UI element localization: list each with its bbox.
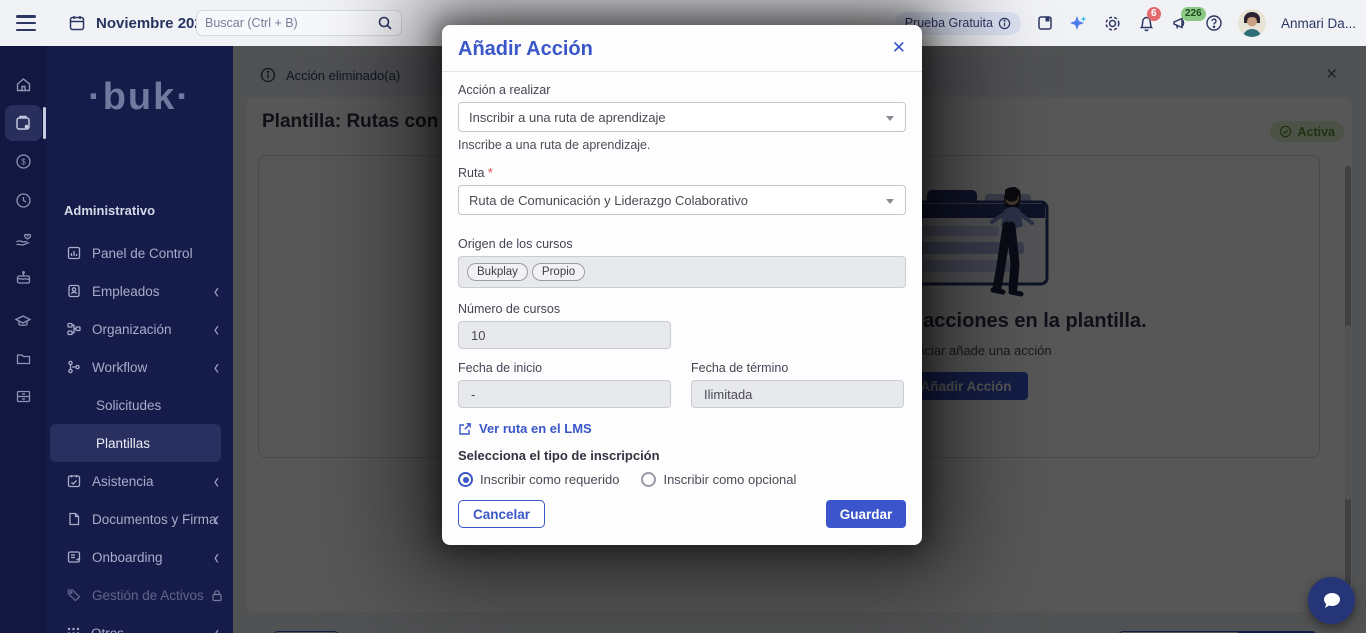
announcements-icon[interactable]: 226 xyxy=(1171,14,1190,33)
benefits-hand-heart-icon[interactable] xyxy=(0,230,46,248)
archive-cabinet-icon[interactable] xyxy=(0,388,46,405)
chevron-left-icon: ‹ xyxy=(214,279,219,303)
gear-icon[interactable] xyxy=(1103,14,1122,33)
search-input[interactable] xyxy=(196,10,402,36)
route-field-label: Ruta * xyxy=(458,166,906,180)
action-helper-text: Inscribe a una ruta de aprendizaje. xyxy=(458,138,906,152)
org-chart-icon xyxy=(66,321,82,337)
chevron-down-icon xyxy=(886,199,894,204)
sidebar-item-otros[interactable]: Otros ‹ xyxy=(46,614,233,633)
end-date-label: Fecha de término xyxy=(691,361,906,375)
sidebar-item-solicitudes[interactable]: Solicitudes xyxy=(46,386,233,424)
sparkles-icon[interactable] xyxy=(1069,14,1088,33)
sidebar-item-panel-de-control[interactable]: Panel de Control xyxy=(46,234,233,272)
route-select[interactable]: Ruta de Comunicación y Liderazgo Colabor… xyxy=(458,185,906,215)
radio-inscribir-requerido[interactable]: Inscribir como requerido xyxy=(458,472,619,487)
chevron-left-icon: ‹ xyxy=(214,507,219,531)
start-date-label: Fecha de inicio xyxy=(458,361,673,375)
chevron-left-icon: ‹ xyxy=(214,621,219,633)
search-icon[interactable] xyxy=(377,15,393,31)
notifications-count-badge: 6 xyxy=(1147,7,1161,21)
sidebar-item-gestion-de-activos[interactable]: Gestión de Activos xyxy=(46,576,233,614)
sidebar-item-plantillas[interactable]: Plantillas xyxy=(46,424,233,462)
sidebar-item-empleados[interactable]: Empleados ‹ xyxy=(46,272,233,310)
view-route-lms-link[interactable]: Ver ruta en el LMS xyxy=(458,421,906,436)
hamburger-menu-icon[interactable] xyxy=(16,15,36,31)
courses-field-label: Número de cursos xyxy=(458,302,906,316)
start-date-field: - xyxy=(458,380,671,408)
dashboard-icon xyxy=(66,245,82,261)
workflow-branch-icon xyxy=(66,359,82,375)
announcements-count-badge: 226 xyxy=(1181,7,1206,21)
enrollment-radio-group: Inscribir como requerido Inscribir como … xyxy=(458,472,906,487)
radio-selected-icon xyxy=(458,472,473,487)
buk-logo: ·buk· xyxy=(46,76,233,119)
employees-badge-icon xyxy=(66,283,82,299)
chevron-left-icon: ‹ xyxy=(214,545,219,569)
sidebar-section-title: Administrativo xyxy=(64,203,155,218)
training-graduation-icon[interactable] xyxy=(0,312,46,330)
period-selector[interactable]: Noviembre 2025 xyxy=(96,15,211,32)
sidebar-item-workflow[interactable]: Workflow ‹ xyxy=(46,348,233,386)
sidebar-item-documentos-y-firma[interactable]: Documentos y Firma ‹ xyxy=(46,500,233,538)
document-icon xyxy=(66,511,82,527)
modal-header: Añadir Acción ✕ xyxy=(442,25,922,72)
origin-field-label: Origen de los cursos xyxy=(458,237,906,251)
end-date-field: Ilimitada xyxy=(691,380,904,408)
sidebar-icon-rail: $ xyxy=(0,46,46,633)
sidebar-menu: Panel de Control Empleados ‹ Organizació… xyxy=(46,234,233,633)
sidebar: ·buk· Administrativo Panel de Control Em… xyxy=(46,46,233,633)
home-icon[interactable] xyxy=(0,76,46,93)
help-icon[interactable] xyxy=(1205,14,1223,32)
app-root: Noviembre 2025 Prueba Gratuita xyxy=(0,0,1366,633)
time-clock-icon[interactable] xyxy=(0,192,46,209)
chat-widget-button[interactable] xyxy=(1308,577,1355,624)
sidebar-item-onboarding[interactable]: Onboarding ‹ xyxy=(46,538,233,576)
info-icon xyxy=(998,17,1011,30)
modal-footer: Cancelar Guardar xyxy=(458,500,906,528)
assets-tag-icon xyxy=(66,587,82,603)
notifications-bell-icon[interactable]: 6 xyxy=(1137,14,1156,33)
required-asterisk: * xyxy=(488,166,493,180)
sidebar-item-organizacion[interactable]: Organización ‹ xyxy=(46,310,233,348)
origin-field: Bukplay Propio xyxy=(458,256,906,288)
sidebar-item-asistencia[interactable]: Asistencia ‹ xyxy=(46,462,233,500)
files-folder-icon[interactable] xyxy=(0,350,46,367)
origin-chip-bukplay: Bukplay xyxy=(467,263,528,281)
admin-clipboard-icon[interactable] xyxy=(0,114,46,132)
culture-cake-icon[interactable] xyxy=(0,269,46,286)
chevron-left-icon: ‹ xyxy=(214,317,219,341)
search-field[interactable] xyxy=(205,16,377,30)
chevron-left-icon: ‹ xyxy=(214,469,219,493)
payroll-coin-icon[interactable]: $ xyxy=(0,153,46,170)
user-name[interactable]: Anmari Da... xyxy=(1281,16,1356,31)
action-field-label: Acción a realizar xyxy=(458,83,906,97)
origin-chip-propio: Propio xyxy=(532,263,585,281)
grid-dots-icon xyxy=(66,626,81,633)
modal-save-button[interactable]: Guardar xyxy=(826,500,906,528)
chevron-left-icon: ‹ xyxy=(214,355,219,379)
external-link-icon xyxy=(458,422,472,436)
add-action-modal: Añadir Acción ✕ Acción a realizar Inscri… xyxy=(442,25,922,545)
bookmark-icon[interactable] xyxy=(1036,14,1054,32)
lock-icon xyxy=(211,589,223,602)
attendance-calendar-icon xyxy=(66,473,82,489)
courses-count-field: 10 xyxy=(458,321,671,349)
modal-body: Acción a realizar Inscribir a una ruta d… xyxy=(442,72,922,528)
enrollment-type-label: Selecciona el tipo de inscripción xyxy=(458,448,906,463)
calendar-icon[interactable] xyxy=(68,14,86,32)
onboarding-list-icon xyxy=(66,549,82,565)
modal-title: Añadir Acción xyxy=(458,38,593,60)
user-avatar[interactable] xyxy=(1238,9,1266,37)
cancel-button[interactable]: Cancelar xyxy=(458,500,545,528)
radio-unselected-icon xyxy=(641,472,656,487)
chevron-down-icon xyxy=(886,116,894,121)
chat-bubble-icon xyxy=(1321,590,1343,612)
svg-text:$: $ xyxy=(21,158,26,167)
action-select[interactable]: Inscribir a una ruta de aprendizaje xyxy=(458,102,906,132)
modal-close-icon[interactable]: ✕ xyxy=(892,38,906,58)
radio-inscribir-opcional[interactable]: Inscribir como opcional xyxy=(641,472,796,487)
